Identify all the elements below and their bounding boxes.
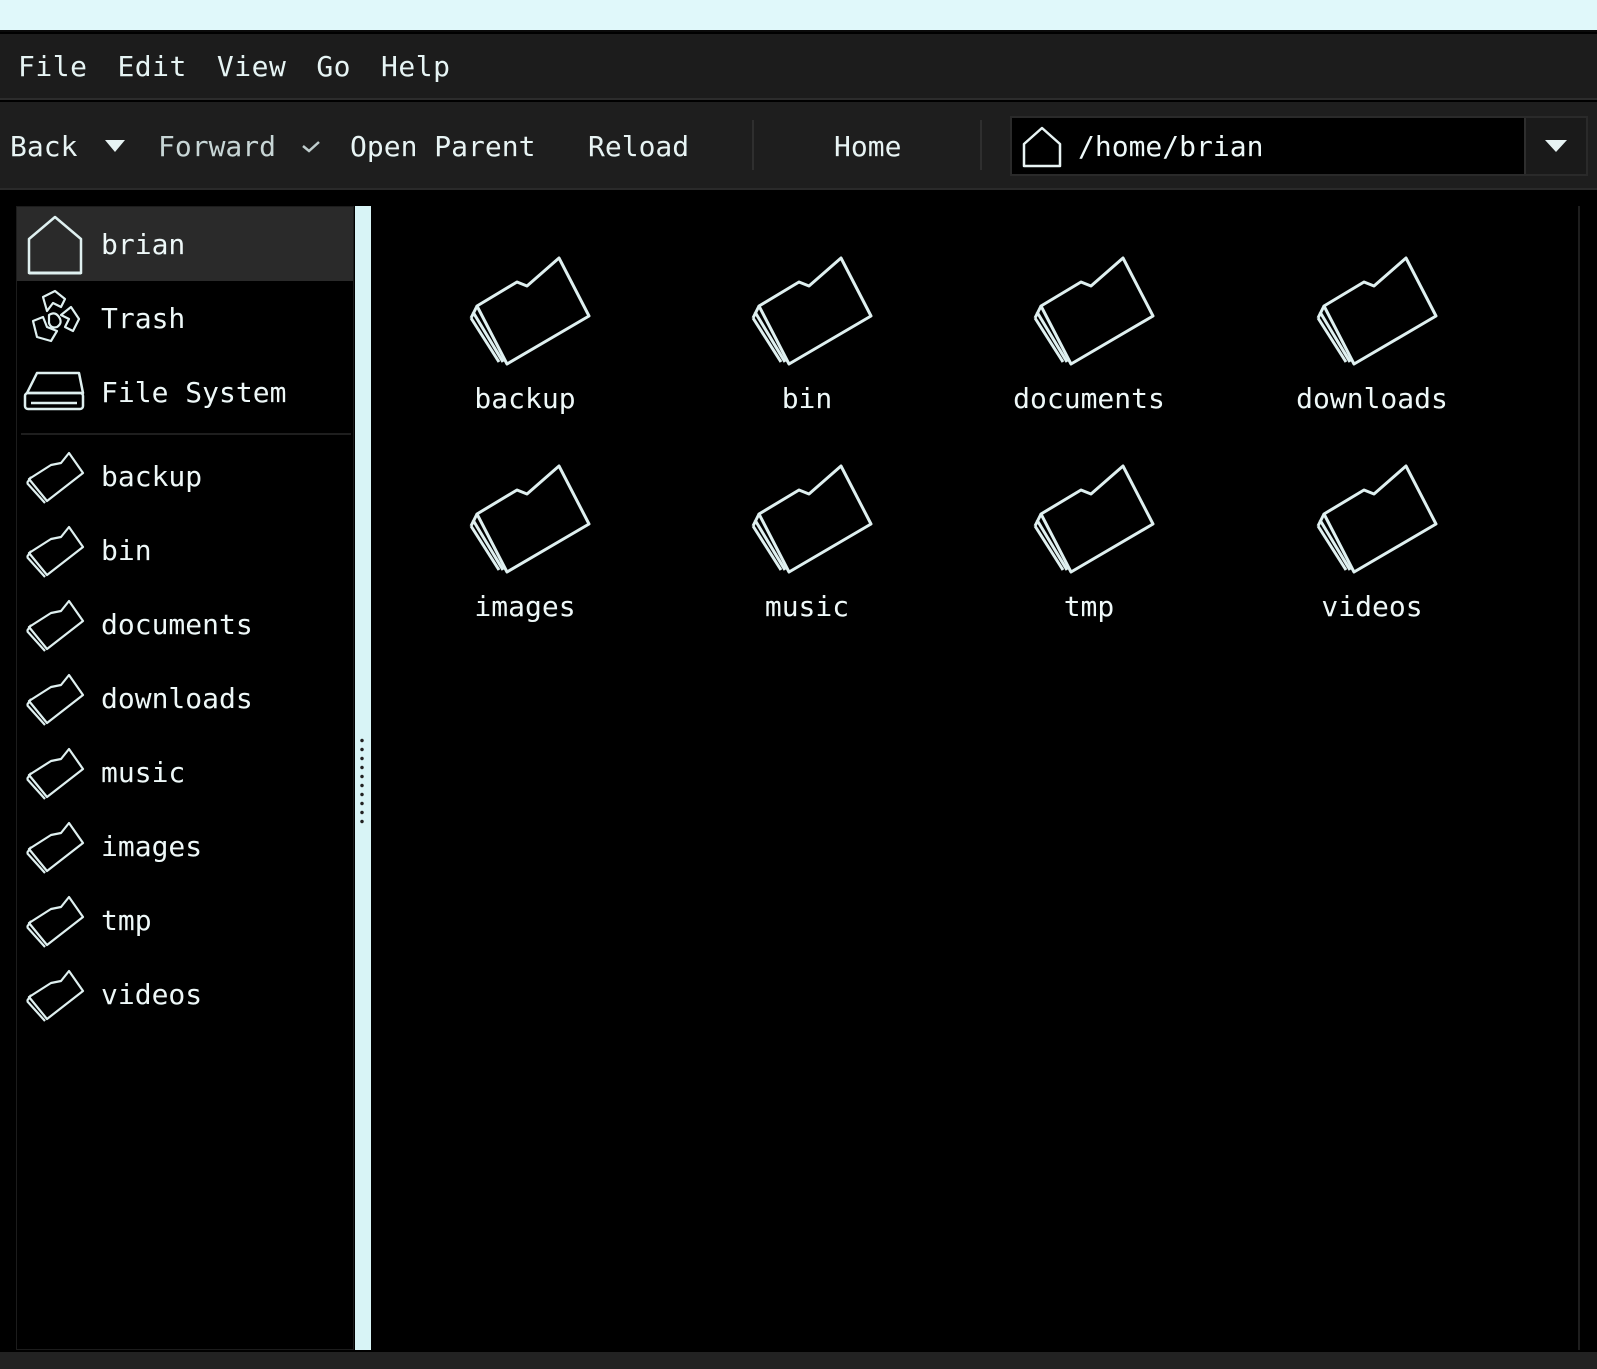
menu-edit[interactable]: Edit <box>117 50 186 83</box>
home-button[interactable]: Home <box>834 102 901 190</box>
location-path[interactable]: /home/brian <box>1078 130 1524 163</box>
back-button[interactable]: Back <box>10 102 77 190</box>
menu-view[interactable]: View <box>217 50 286 83</box>
reload-label: Reload <box>588 129 690 163</box>
sidebar-item-file-system[interactable]: File System <box>17 355 353 429</box>
sidebar-item-label: brian <box>101 227 186 261</box>
home-label: Home <box>834 129 902 163</box>
file-item-label: music <box>764 590 850 623</box>
file-manager-window: File Edit View Go Help Back Forward Open… <box>0 0 1597 1369</box>
file-item-tmp[interactable]: tmp <box>989 430 1189 623</box>
file-item-backup[interactable]: backup <box>425 222 625 415</box>
sidebar-item-bin[interactable]: bin <box>17 513 353 587</box>
sidebar-item-label: downloads <box>101 681 253 715</box>
reload-button[interactable]: Reload <box>588 102 689 190</box>
sidebar-item-label: File System <box>101 375 287 409</box>
file-item-images[interactable]: images <box>425 430 625 623</box>
folder-icon <box>26 895 85 948</box>
folder-icon <box>26 599 85 652</box>
back-history-dropdown[interactable] <box>100 102 130 190</box>
forward-history-dropdown[interactable] <box>298 102 324 190</box>
file-item-label: images <box>474 590 576 623</box>
sidebar-item-documents[interactable]: documents <box>17 587 353 661</box>
file-item-label: bin <box>781 382 833 415</box>
folder-icon <box>26 673 85 726</box>
file-item-label: backup <box>474 382 576 415</box>
file-item-label: documents <box>1013 382 1165 415</box>
sidebar-divider <box>21 433 351 435</box>
folder-icon <box>26 969 85 1022</box>
folder-icon <box>1033 464 1155 574</box>
folder-icon <box>26 451 85 504</box>
sidebar-item-images[interactable]: images <box>17 809 353 883</box>
sidebar-item-music[interactable]: music <box>17 735 353 809</box>
folder-icon <box>751 256 873 366</box>
folder-icon <box>26 747 85 800</box>
file-item-music[interactable]: music <box>707 430 907 623</box>
sidebar-item-label: tmp <box>101 903 152 937</box>
location-dropdown-button[interactable] <box>1524 118 1586 174</box>
folder-icon <box>469 464 591 574</box>
folder-icon <box>1316 464 1438 574</box>
sidebar: brian Trash File System backup bin docum… <box>16 206 354 1350</box>
pane-splitter[interactable] <box>355 206 371 1350</box>
sidebar-item-tmp[interactable]: tmp <box>17 883 353 957</box>
chevron-down-icon <box>105 140 125 152</box>
folder-icon <box>26 821 85 874</box>
drive-icon <box>23 371 85 411</box>
location-bar[interactable]: /home/brian <box>1010 116 1588 176</box>
chevron-down-icon <box>302 141 320 153</box>
sidebar-item-label: videos <box>101 977 203 1011</box>
file-item-bin[interactable]: bin <box>707 222 907 415</box>
menu-help[interactable]: Help <box>381 50 450 83</box>
toolbar-separator <box>752 120 754 170</box>
sidebar-item-trash[interactable]: Trash <box>17 281 353 355</box>
home-icon <box>1022 126 1062 168</box>
file-item-label: videos <box>1321 590 1423 623</box>
sidebar-item-videos[interactable]: videos <box>17 957 353 1031</box>
menu-file[interactable]: File <box>18 50 87 83</box>
window-bottom-edge <box>0 1352 1597 1369</box>
menu-bar: File Edit View Go Help <box>0 34 1597 100</box>
toolbar-separator <box>980 120 982 170</box>
file-item-videos[interactable]: videos <box>1272 430 1472 623</box>
forward-button[interactable]: Forward <box>158 102 276 190</box>
file-item-label: tmp <box>1063 590 1115 623</box>
chevron-down-icon <box>1545 140 1567 152</box>
sidebar-item-label: Trash <box>101 301 186 335</box>
splitter-grip[interactable] <box>360 736 364 826</box>
open-parent-button[interactable]: Open Parent <box>350 102 535 190</box>
folder-icon <box>26 525 85 578</box>
file-item-label: downloads <box>1296 382 1448 415</box>
title-bar[interactable] <box>0 0 1597 32</box>
sidebar-item-label: bin <box>101 533 152 567</box>
sidebar-item-brian[interactable]: brian <box>17 207 353 281</box>
trash-icon <box>31 289 81 343</box>
folder-icon <box>751 464 873 574</box>
open-parent-label: Open Parent <box>350 129 536 163</box>
sidebar-item-label: images <box>101 829 203 863</box>
folder-icon <box>1316 256 1438 366</box>
sidebar-item-label: backup <box>101 459 203 493</box>
forward-label: Forward <box>158 129 277 163</box>
sidebar-item-label: music <box>101 755 186 789</box>
sidebar-item-backup[interactable]: backup <box>17 439 353 513</box>
sidebar-item-label: documents <box>101 607 253 641</box>
toolbar: Back Forward Open Parent Reload Home /ho… <box>0 102 1597 190</box>
folder-icon <box>469 256 591 366</box>
back-label: Back <box>10 129 78 163</box>
file-item-documents[interactable]: documents <box>989 222 1189 415</box>
folder-icon <box>1033 256 1155 366</box>
sidebar-item-downloads[interactable]: downloads <box>17 661 353 735</box>
home-icon <box>27 215 83 275</box>
file-item-downloads[interactable]: downloads <box>1272 222 1472 415</box>
menu-go[interactable]: Go <box>316 50 351 83</box>
file-icon-view[interactable]: backup bin documents downloads images mu… <box>372 206 1580 1350</box>
